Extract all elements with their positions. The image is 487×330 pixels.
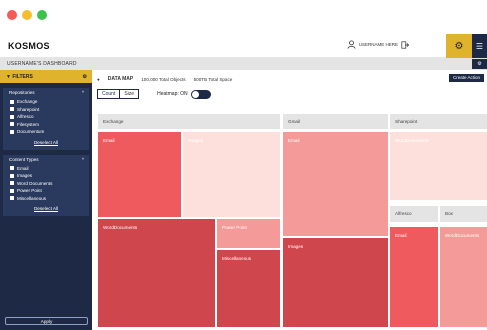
repo-filesystem[interactable]: Filesystem xyxy=(3,121,89,129)
gear-icon: ⚙ xyxy=(454,40,464,52)
apply-button[interactable]: Apply xyxy=(5,317,88,325)
repo-label: Alfresco xyxy=(17,114,34,120)
create-action-button[interactable]: Create Action xyxy=(448,74,484,82)
repo-sharepoint[interactable]: Sharepoint xyxy=(3,106,89,114)
checkbox[interactable] xyxy=(10,173,14,178)
heatmap-toggle[interactable] xyxy=(190,89,211,99)
checkbox[interactable] xyxy=(10,107,14,112)
treemap-cell-exchange-images[interactable]: Images xyxy=(183,132,280,217)
content-types-section: Content Types ^ Email Images Word Docume… xyxy=(3,154,89,216)
count-option[interactable]: Count xyxy=(98,90,121,98)
funnel-icon: ▼ xyxy=(6,73,11,80)
app-window: KOSMOS USERNAME HERE ⚙ ☰ USERNAME'S DASH… xyxy=(0,0,487,330)
app-logo: KOSMOS xyxy=(8,41,50,51)
user-icon xyxy=(347,40,356,49)
filters-header[interactable]: ▼ FILTERS ⚙ xyxy=(0,70,92,83)
checkbox[interactable] xyxy=(10,99,14,104)
chevron-up-icon[interactable]: ^ xyxy=(82,90,84,95)
repositories-header[interactable]: Repositories ^ xyxy=(3,90,89,95)
checkbox[interactable] xyxy=(10,122,14,127)
content-types-header[interactable]: Content Types ^ xyxy=(3,157,89,162)
total-space: 500TB Total Space xyxy=(193,76,233,82)
filters-sidebar: ▼ FILTERS ⚙ Repositories ^ Exchange Shar… xyxy=(0,70,92,330)
repo-label: Exchange xyxy=(17,99,38,105)
repositories-section: Repositories ^ Exchange Sharepoint Alfre… xyxy=(3,88,89,150)
repo-label: Documentum xyxy=(17,129,45,135)
maximize-window-button[interactable] xyxy=(37,10,47,20)
repo-label: Filesystem xyxy=(17,121,39,127)
type-email[interactable]: Email xyxy=(3,165,89,173)
content-types-deselect-all-link[interactable]: Deselect All xyxy=(3,206,89,211)
total-objects: 100,000 Total Objects xyxy=(141,76,186,82)
app-header: KOSMOS USERNAME HERE ⚙ ☰ xyxy=(0,34,487,58)
size-option[interactable]: Size xyxy=(120,90,139,98)
checkbox[interactable] xyxy=(10,129,14,134)
menu-button[interactable]: ☰ xyxy=(472,34,487,58)
dashboard-title: USERNAME'S DASHBOARD xyxy=(7,61,77,67)
treemap-cell-exchange-misc[interactable]: Miscellaneous xyxy=(217,250,280,327)
dashboard-title-bar: USERNAME'S DASHBOARD ⚙ xyxy=(0,58,487,70)
username-label: USERNAME HERE xyxy=(358,42,398,47)
type-label: Images xyxy=(17,173,33,179)
treemap-cell-sharepoint-word[interactable]: WordDocuments xyxy=(390,132,487,200)
logout-icon[interactable] xyxy=(401,40,409,49)
repositories-title: Repositories xyxy=(9,90,35,95)
checkbox[interactable] xyxy=(10,181,14,186)
group-header-exchange[interactable]: Exchange xyxy=(98,114,280,129)
type-label: Email xyxy=(17,165,29,171)
type-power-point[interactable]: Power Point xyxy=(3,187,89,195)
repo-alfresco[interactable]: Alfresco xyxy=(3,113,89,121)
close-window-button[interactable] xyxy=(7,10,17,20)
checkbox[interactable] xyxy=(10,114,14,119)
settings-button[interactable]: ⚙ xyxy=(446,34,472,58)
datamap-icon: ● xyxy=(97,76,100,82)
group-header-alfresco[interactable]: Alfresco xyxy=(390,206,438,222)
filters-label: FILTERS xyxy=(12,73,33,80)
type-images[interactable]: Images xyxy=(3,172,89,180)
settings-icon: ⚙ xyxy=(477,61,482,67)
minimize-window-button[interactable] xyxy=(22,10,32,20)
heatmap-label: Heatmap: ON xyxy=(157,91,188,97)
treemap-cell-gmail-images[interactable]: Images xyxy=(283,238,388,327)
repo-exchange[interactable]: Exchange xyxy=(3,98,89,106)
repo-label: Sharepoint xyxy=(17,106,40,112)
datamap-title: DATA MAP xyxy=(107,76,134,82)
repo-documentum[interactable]: Documentum xyxy=(3,128,89,136)
count-size-toggle[interactable]: Count Size xyxy=(97,89,140,99)
treemap-cell-alfresco-email[interactable]: Email xyxy=(390,227,438,327)
type-label: Power Point xyxy=(17,188,42,194)
group-header-gmail[interactable]: Gmail xyxy=(283,114,388,129)
checkbox[interactable] xyxy=(10,188,14,193)
repositories-deselect-all-link[interactable]: Deselect All xyxy=(3,140,89,145)
user-menu[interactable]: USERNAME HERE xyxy=(347,40,409,49)
toggle-knob xyxy=(191,90,199,98)
heatmap-control: Heatmap: ON xyxy=(157,89,211,99)
treemap-cell-exchange-email[interactable]: Email xyxy=(98,132,181,217)
group-header-box[interactable]: Box xyxy=(440,206,487,222)
checkbox[interactable] xyxy=(10,166,14,171)
group-header-sharepoint[interactable]: Sharepoint xyxy=(390,114,487,129)
treemap-cell-box-word[interactable]: WordDocuments xyxy=(440,227,487,327)
checkbox[interactable] xyxy=(10,196,14,201)
type-word-documents[interactable]: Word Documents xyxy=(3,180,89,188)
chevron-up-icon[interactable]: ^ xyxy=(82,157,84,162)
hamburger-icon: ☰ xyxy=(475,41,484,51)
type-label: Miscellaneous xyxy=(17,195,47,201)
treemap-cell-exchange-word[interactable]: WordDocuments xyxy=(98,219,215,327)
filters-settings-icon[interactable]: ⚙ xyxy=(83,74,87,80)
treemap-cell-gmail-email[interactable]: Email xyxy=(283,132,388,236)
type-label: Word Documents xyxy=(17,180,53,186)
window-controls xyxy=(7,10,47,20)
datamap-summary: ● DATA MAP 100,000 Total Objects 500TB T… xyxy=(97,73,232,85)
main-panel: ● DATA MAP 100,000 Total Objects 500TB T… xyxy=(92,70,487,330)
view-toggle-button[interactable]: ⚙ xyxy=(472,59,487,69)
treemap-cell-exchange-powerpoint[interactable]: Power Point xyxy=(217,219,280,248)
map-controls: Count Size Heatmap: ON xyxy=(97,89,211,99)
content-types-title: Content Types xyxy=(9,156,39,162)
type-miscellaneous[interactable]: Miscellaneous xyxy=(3,195,89,203)
